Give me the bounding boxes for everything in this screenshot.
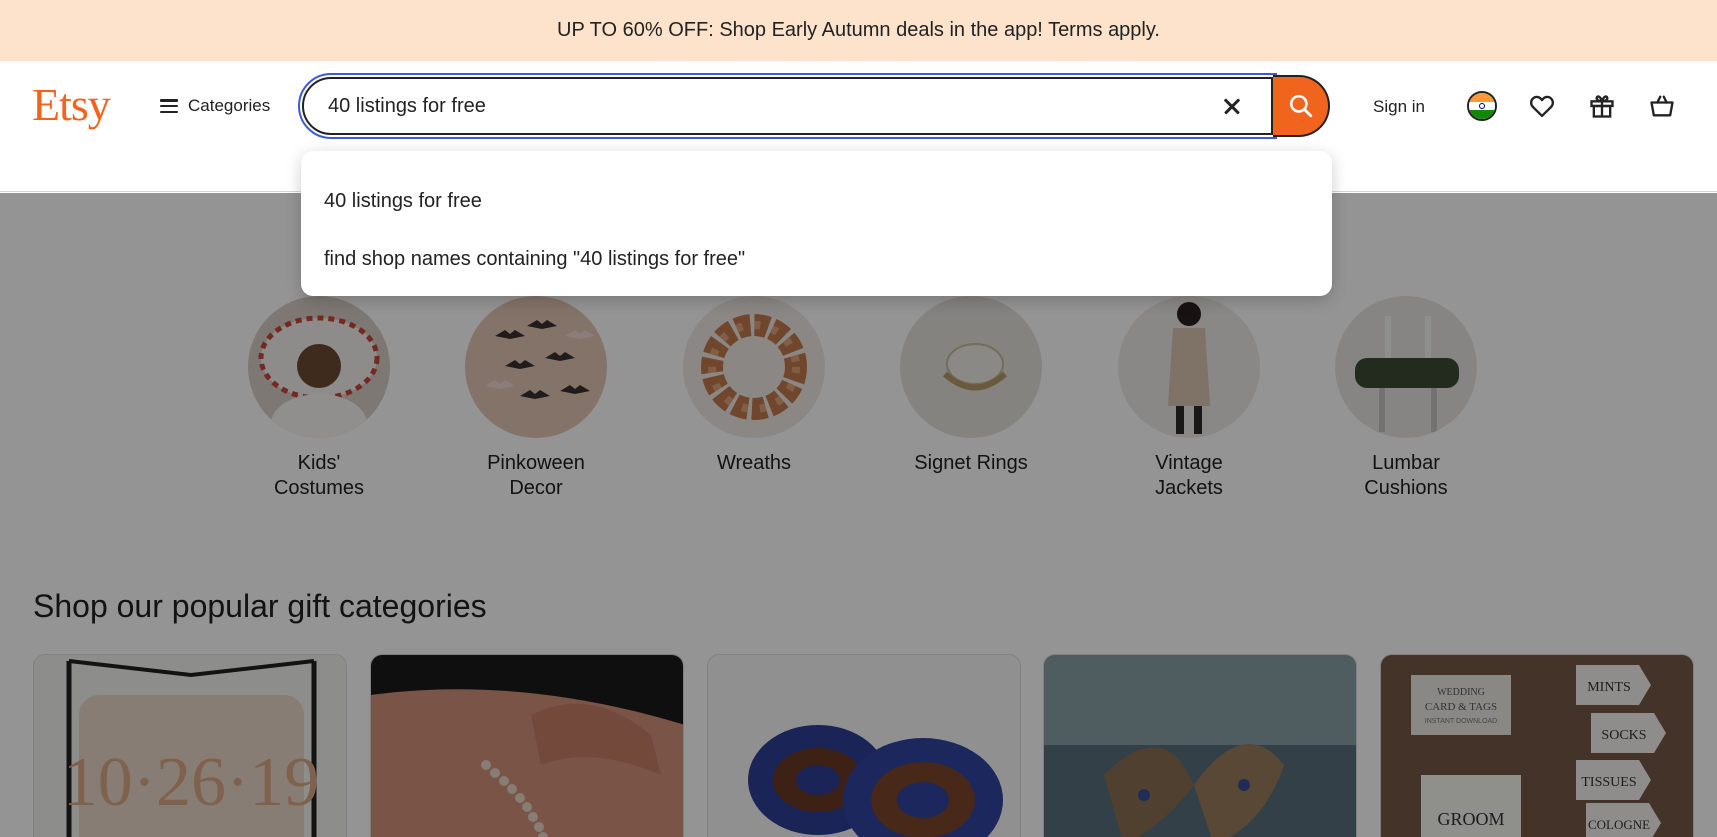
- category-label: Kids' Costumes: [273, 452, 365, 499]
- category-image: [248, 296, 390, 438]
- section-title: Shop our popular gift categories: [33, 588, 487, 624]
- search-icon: [1289, 94, 1312, 118]
- category-signet-rings[interactable]: Signet Rings: [871, 296, 1071, 476]
- svg-text:TISSUES: TISSUES: [1581, 775, 1636, 790]
- categories-label: Categories: [188, 96, 271, 115]
- category-label: Lumbar Cushions: [1364, 452, 1448, 499]
- category-label: Pinkoween Decor: [487, 452, 585, 499]
- search-button[interactable]: [1273, 75, 1330, 137]
- gift-button[interactable]: [1584, 88, 1620, 124]
- sign-in-link[interactable]: Sign in: [1373, 97, 1425, 117]
- category-kids-costumes[interactable]: Kids' Costumes: [219, 296, 419, 501]
- search-input[interactable]: [328, 94, 1217, 118]
- search-suggestions: 40 listings for free find shop names con…: [301, 151, 1332, 296]
- category-label: Vintage Jackets: [1155, 452, 1223, 499]
- svg-text:10·26·19: 10·26·19: [63, 744, 320, 821]
- category-wreaths[interactable]: Wreaths: [654, 296, 854, 476]
- close-icon[interactable]: [1217, 91, 1247, 121]
- gift-icon: [1590, 95, 1614, 118]
- svg-text:GROOM: GROOM: [1437, 809, 1504, 829]
- category-lumbar-cushions[interactable]: Lumbar Cushions: [1306, 296, 1506, 501]
- gift-card-butterfly[interactable]: [1043, 654, 1357, 837]
- category-pinkoween-decor[interactable]: Pinkoween Decor: [436, 296, 636, 501]
- gift-card-wedding-tags[interactable]: WEDDING CARD & TAGS INSTANT DOWNLOAD MIN…: [1380, 654, 1694, 837]
- svg-text:CARD & TAGS: CARD & TAGS: [1425, 701, 1497, 713]
- bag-icon: [1650, 95, 1674, 117]
- search-box: [298, 73, 1277, 139]
- promo-banner[interactable]: UP TO 60% OFF: Shop Early Autumn deals i…: [0, 0, 1717, 61]
- categories-button[interactable]: Categories: [160, 96, 270, 116]
- category-image: [900, 296, 1042, 438]
- search-bar: [298, 73, 1330, 139]
- svg-text:WEDDING: WEDDING: [1437, 687, 1485, 698]
- suggestion-item[interactable]: 40 listings for free: [301, 172, 1332, 230]
- category-image: [465, 296, 607, 438]
- gift-card-brooches[interactable]: [707, 654, 1021, 837]
- gift-card-bracelet[interactable]: [370, 654, 684, 837]
- suggestion-shop-names[interactable]: find shop names containing "40 listings …: [301, 230, 1332, 288]
- category-label: Wreaths: [716, 452, 792, 474]
- category-image: [1118, 296, 1260, 438]
- menu-icon: [160, 99, 178, 113]
- region-button[interactable]: [1464, 88, 1500, 124]
- svg-text:INSTANT DOWNLOAD: INSTANT DOWNLOAD: [1425, 718, 1497, 725]
- category-image: [683, 296, 825, 438]
- category-label: Signet Rings: [914, 452, 1028, 474]
- heart-icon: [1529, 95, 1555, 118]
- category-image: [1335, 296, 1477, 438]
- category-vintage-jackets[interactable]: Vintage Jackets: [1089, 296, 1289, 501]
- gift-card-book-art[interactable]: 10·26·19: [33, 654, 347, 837]
- favorites-button[interactable]: [1524, 88, 1560, 124]
- promo-text: UP TO 60% OFF: Shop Early Autumn deals i…: [557, 19, 1160, 41]
- etsy-logo[interactable]: Etsy: [32, 78, 111, 131]
- svg-text:MINTS: MINTS: [1587, 680, 1631, 695]
- cart-button[interactable]: [1644, 88, 1680, 124]
- india-flag-icon: [1467, 91, 1497, 121]
- svg-text:SOCKS: SOCKS: [1601, 728, 1646, 743]
- svg-text:COLOGNE: COLOGNE: [1588, 817, 1650, 832]
